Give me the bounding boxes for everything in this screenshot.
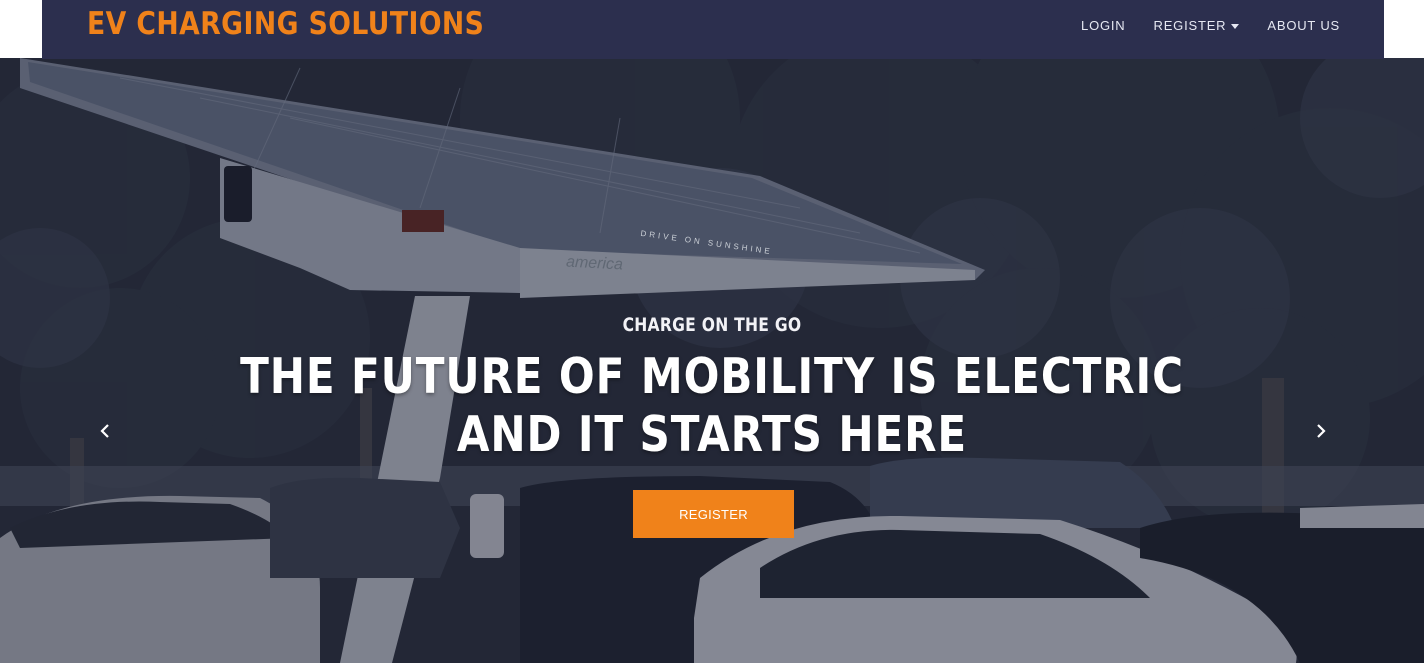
chevron-left-icon bbox=[100, 424, 109, 438]
hero-eyebrow: CHARGE ON THE GO bbox=[622, 314, 802, 336]
nav-register-dropdown[interactable]: REGISTER bbox=[1154, 18, 1240, 33]
hero-headline: THE FUTURE OF MOBILITY IS ELECTRIC AND I… bbox=[100, 348, 1325, 464]
nav-links: LOGIN REGISTER ABOUT US bbox=[1081, 18, 1340, 33]
nav-about-label: ABOUT US bbox=[1267, 18, 1340, 33]
nav-login-link[interactable]: LOGIN bbox=[1081, 18, 1125, 33]
nav-login-label: LOGIN bbox=[1081, 18, 1126, 33]
nav-register-label: REGISTER bbox=[1153, 18, 1227, 33]
caret-down-icon bbox=[1231, 23, 1240, 29]
hero-headline-line1: THE FUTURE OF MOBILITY IS ELECTRIC bbox=[240, 348, 1184, 405]
carousel-prev-button[interactable] bbox=[90, 416, 120, 446]
brand-logo[interactable]: EV CHARGING SOLUTIONS bbox=[87, 6, 484, 42]
nav-about-link[interactable]: ABOUT US bbox=[1267, 18, 1340, 33]
hero-headline-line2: AND IT STARTS HERE bbox=[456, 406, 968, 463]
chevron-right-icon bbox=[1317, 424, 1326, 438]
navbar: EV CHARGING SOLUTIONS LOGIN REGISTER ABO… bbox=[42, 0, 1384, 59]
carousel-next-button[interactable] bbox=[1306, 416, 1336, 446]
hero-register-button[interactable]: REGISTER bbox=[633, 490, 794, 538]
canopy-brand-text: america bbox=[565, 253, 624, 274]
